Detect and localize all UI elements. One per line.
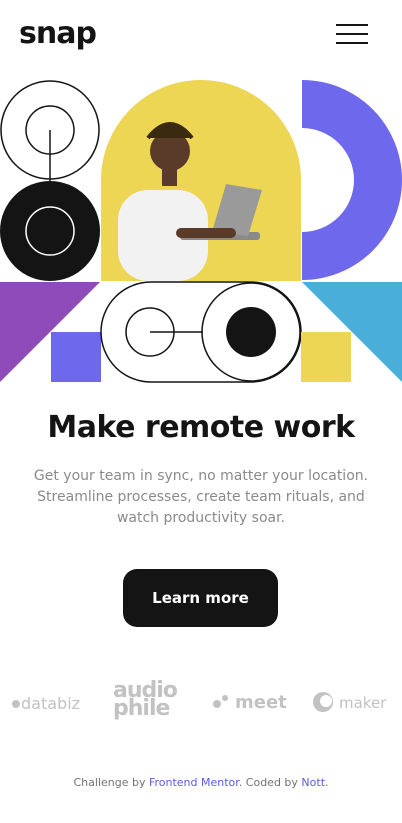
attribution: Challenge by Frontend Mentor. Coded by N… (73, 776, 329, 789)
site-header: snap (0, 0, 402, 72)
purple-d-shape (302, 80, 402, 280)
hero-illustration (0, 80, 402, 384)
hero-headline: Make remote work (47, 410, 355, 445)
maker-logo: maker (313, 692, 386, 712)
hero-photo (101, 80, 301, 281)
learn-more-button[interactable]: Learn more (123, 569, 278, 627)
menu-line (336, 24, 368, 26)
databiz-logo: databiz (12, 694, 80, 713)
black-circle (0, 181, 100, 281)
purple-square (51, 332, 101, 382)
pill-black-dot (226, 307, 276, 357)
audiophile-logo: audio phile (113, 678, 178, 721)
author-link[interactable]: Nott (301, 776, 325, 789)
frontend-mentor-link[interactable]: Frontend Mentor (149, 776, 239, 789)
menu-line (336, 42, 368, 44)
meet-logo: meet (213, 692, 287, 713)
snap-logo[interactable]: snap (19, 14, 97, 54)
meet-dots-icon (213, 694, 231, 708)
maker-circle-icon (313, 692, 333, 712)
yellow-square (301, 332, 351, 382)
menu-line (336, 33, 368, 35)
client-logos: databiz audio phile meet maker (0, 676, 402, 736)
hero-description: Get your team in sync, no matter your lo… (33, 468, 369, 526)
hamburger-menu-icon[interactable] (336, 24, 374, 48)
databiz-dot-icon (12, 700, 20, 708)
